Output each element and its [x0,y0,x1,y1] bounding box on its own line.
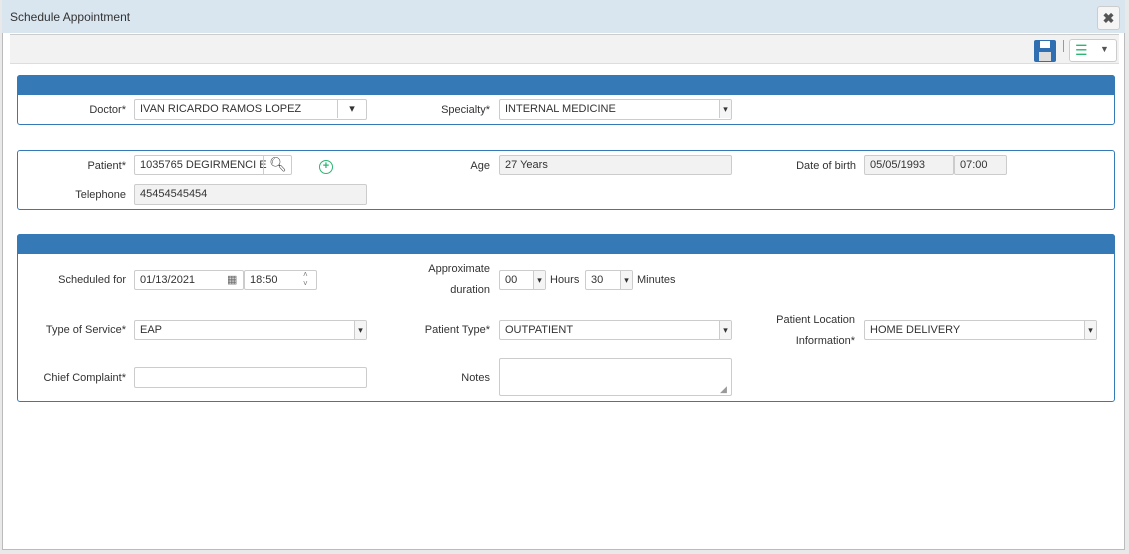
time-spinner-icon[interactable]: ˄ ˅ [303,270,308,288]
patient-value: 1035765 DEGIRMENCI E [140,159,267,171]
specialty-select[interactable]: INTERNAL MEDICINE [499,99,732,120]
scheduled-label: Scheduled for [58,274,126,286]
location-value: HOME DELIVERY [870,324,961,336]
dob-date-field: 05/05/1993 [864,155,954,175]
location-label-2: Information* [795,335,855,347]
notes-label: Notes [461,372,490,384]
resize-handle-icon[interactable]: ◢ [720,384,727,395]
minutes-value: 30 [591,274,604,286]
toolbar [10,34,1119,64]
hours-label: Hours [550,274,580,286]
add-patient-icon[interactable]: + [319,160,333,174]
service-value: EAP [140,324,163,336]
age-field: 27 Years [499,155,732,175]
dob-time-field: 07:00 [954,155,1007,175]
patient-type-value: OUTPATIENT [505,324,574,336]
doctor-select[interactable]: IVAN RICARDO RAMOS LOPEZ [134,99,367,120]
list-icon[interactable]: ☰ [1075,42,1088,59]
patient-type-label: Patient Type* [424,324,490,336]
section-header [17,234,1115,254]
close-icon[interactable]: ✖ [1097,6,1120,30]
telephone-field[interactable]: 45454545454 [134,184,367,205]
duration-label-2: duration [450,284,490,296]
hours-value: 00 [505,274,518,286]
floppy-disk-icon[interactable] [1034,40,1056,62]
scheduled-time-value: 18:50 [250,274,278,286]
telephone-label: Telephone [75,189,126,201]
complaint-input[interactable] [134,367,367,388]
patient-label: Patient* [87,160,126,172]
doctor-value: IVAN RICARDO RAMOS LOPEZ [140,103,302,115]
duration-label-1: Approximate [428,263,490,275]
specialty-label: Specialty* [441,104,490,116]
location-select[interactable]: HOME DELIVERY [864,320,1097,340]
section-header [17,75,1115,95]
calendar-icon[interactable]: ▦ [227,273,237,286]
search-icon[interactable]: 🔍︎ [263,155,292,175]
notes-textarea[interactable] [499,358,732,396]
age-label: Age [470,160,490,172]
hours-select[interactable]: 00 [499,270,546,290]
service-select[interactable]: EAP [134,320,367,340]
complaint-label: Chief Complaint* [43,372,126,384]
location-label-1: Patient Location [776,314,855,326]
toolbar-divider [1063,40,1064,52]
caret-down-icon[interactable]: ▼ [1100,44,1109,54]
dialog-title: Schedule Appointment [10,10,131,24]
specialty-value: INTERNAL MEDICINE [505,103,616,115]
minutes-label: Minutes [637,274,676,286]
dob-label: Date of birth [796,160,856,172]
doctor-label: Doctor* [89,104,126,116]
minutes-select[interactable]: 30 [585,270,633,290]
title-bar [2,0,1125,33]
patient-type-select[interactable]: OUTPATIENT [499,320,732,340]
service-label: Type of Service* [45,324,126,336]
